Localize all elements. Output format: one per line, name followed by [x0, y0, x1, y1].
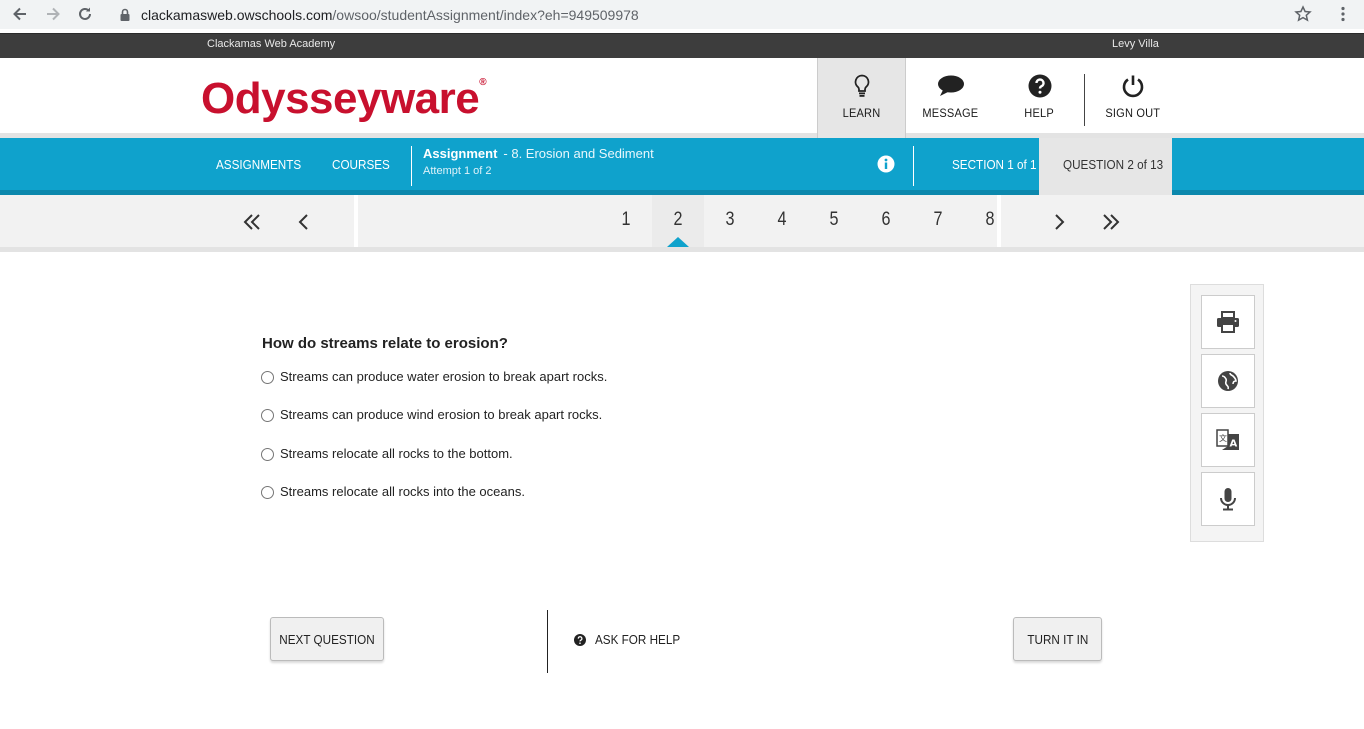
first-page-button[interactable] — [239, 209, 265, 235]
svg-text:A: A — [1230, 439, 1238, 450]
address-bar[interactable]: clackamasweb.owschools.com/owsoo/student… — [107, 2, 1320, 27]
odysseyware-logo[interactable]: Odysseyware® — [201, 74, 487, 124]
next-page-button[interactable] — [1046, 209, 1072, 235]
microphone-icon — [1220, 488, 1236, 511]
power-icon — [1122, 75, 1144, 98]
school-name: Clackamas Web Academy — [207, 38, 336, 50]
url-path: /owsoo/studentAssignment/index?eh=949509… — [332, 6, 639, 23]
footer-divider — [547, 610, 548, 673]
help-circle-icon — [574, 633, 586, 646]
print-button[interactable] — [1201, 295, 1255, 349]
header-nav: LEARN MESSAGE HELP SIGN OUT — [817, 58, 1181, 138]
nav-help-label: HELP — [1024, 106, 1055, 120]
info-icon[interactable] — [877, 155, 895, 173]
page-3[interactable]: 3 — [717, 209, 743, 235]
nav-help[interactable]: HELP — [995, 58, 1084, 138]
bar-divider — [913, 146, 914, 186]
ask-for-help-link[interactable]: ASK FOR HELP — [574, 632, 690, 647]
double-chevron-left-icon — [243, 214, 260, 230]
answer-option[interactable]: Streams relocate all rocks into the ocea… — [261, 484, 525, 499]
assignment-name: - 8. Erosion and Sediment — [503, 146, 654, 161]
section-indicator: SECTION 1 of 1 — [952, 157, 1037, 172]
ask-for-help-label: ASK FOR HELP — [595, 632, 681, 647]
answer-option[interactable]: Streams relocate all rocks to the bottom… — [261, 446, 513, 461]
translate-icon: 文A — [1216, 429, 1239, 450]
bookmark-star-icon[interactable] — [1294, 5, 1312, 23]
pager-divider-right — [997, 195, 1001, 247]
pager-divider-left — [354, 195, 358, 247]
nav-message-label: MESSAGE — [922, 106, 979, 120]
question-indicator: QUESTION 2 of 13 — [1063, 157, 1164, 172]
answer-radio[interactable] — [261, 486, 274, 499]
assignment-info: Assignment - 8. Erosion and Sediment Atte… — [411, 146, 654, 186]
print-icon — [1217, 311, 1239, 333]
last-page-button[interactable] — [1098, 209, 1124, 235]
nav-learn-label: LEARN — [842, 106, 881, 120]
answer-radio[interactable] — [261, 409, 274, 422]
chevron-left-icon — [298, 214, 308, 230]
next-question-button[interactable]: NEXT QUESTION — [270, 617, 384, 661]
current-page-caret — [667, 237, 689, 247]
url-text: clackamasweb.owschools.com/owsoo/student… — [141, 7, 639, 23]
browser-menu-icon[interactable] — [1336, 5, 1350, 23]
question-pager: 1 2 3 4 5 6 7 8 — [0, 195, 1364, 252]
globe-icon — [1218, 371, 1238, 391]
lock-icon — [120, 8, 130, 21]
logo-registered-mark: ® — [479, 77, 487, 89]
question-circle-icon — [1028, 74, 1051, 98]
browser-toolbar: clackamasweb.owschools.com/owsoo/student… — [0, 0, 1364, 29]
speech-bubble-icon — [937, 75, 964, 96]
attempt-text: Attempt 1 of 2 — [423, 165, 492, 177]
nav-message[interactable]: MESSAGE — [906, 58, 995, 138]
answer-option[interactable]: Streams can produce wind erosion to brea… — [261, 407, 602, 422]
answer-text: Streams can produce water erosion to bre… — [280, 369, 608, 384]
forward-arrow-icon[interactable] — [44, 5, 62, 23]
url-host: clackamasweb.owschools.com — [141, 6, 333, 23]
answer-option[interactable]: Streams can produce water erosion to bre… — [261, 369, 607, 384]
reload-icon[interactable] — [76, 5, 94, 23]
assignment-title: Assignment - 8. Erosion and Sediment — [423, 146, 654, 161]
tools-panel: 文A — [1190, 284, 1264, 542]
logo-text: Odysseyware — [201, 74, 480, 123]
chevron-right-icon — [1055, 214, 1065, 230]
answer-radio[interactable] — [261, 448, 274, 461]
answer-text: Streams relocate all rocks into the ocea… — [280, 484, 525, 499]
answer-radio[interactable] — [261, 371, 274, 384]
assignments-link[interactable]: ASSIGNMENTS — [216, 157, 301, 172]
page-5[interactable]: 5 — [821, 209, 847, 235]
page-6[interactable]: 6 — [873, 209, 899, 235]
nav-signout[interactable]: SIGN OUT — [1085, 58, 1181, 138]
top-info-bar: Clackamas Web Academy Levy Villa — [0, 33, 1364, 58]
globe-button[interactable] — [1201, 354, 1255, 408]
translate-button[interactable]: 文A — [1201, 413, 1255, 467]
page-7[interactable]: 7 — [925, 209, 951, 235]
question-indicator-box: QUESTION 2 of 13 — [1039, 138, 1172, 195]
double-chevron-right-icon — [1103, 214, 1120, 230]
next-question-label: NEXT QUESTION — [279, 631, 375, 647]
answer-text: Streams relocate all rocks to the bottom… — [280, 446, 513, 461]
nav-learn[interactable]: LEARN — [817, 58, 906, 138]
prev-page-button[interactable] — [291, 209, 317, 235]
page-1[interactable]: 1 — [613, 209, 639, 235]
turn-it-in-label: TURN IT IN — [1027, 631, 1088, 647]
site-header: Odysseyware® LEARN MESSAGE HELP SIGN OUT — [0, 58, 1364, 138]
question-title: How do streams relate to erosion? — [262, 335, 508, 352]
back-arrow-icon[interactable] — [11, 5, 29, 23]
microphone-button[interactable] — [1201, 472, 1255, 526]
page-2-current[interactable]: 2 — [665, 209, 691, 235]
lightbulb-icon — [854, 74, 869, 97]
page-4[interactable]: 4 — [769, 209, 795, 235]
nav-signout-label: SIGN OUT — [1105, 106, 1161, 120]
assignment-bar: ASSIGNMENTS COURSES Assignment - 8. Erosi… — [0, 138, 1364, 195]
assignment-label: Assignment — [423, 146, 498, 161]
courses-link[interactable]: COURSES — [332, 157, 390, 172]
user-name: Levy Villa — [1112, 38, 1159, 50]
svg-text:文: 文 — [1219, 433, 1227, 443]
turn-it-in-button[interactable]: TURN IT IN — [1013, 617, 1102, 661]
answer-text: Streams can produce wind erosion to brea… — [280, 407, 603, 422]
